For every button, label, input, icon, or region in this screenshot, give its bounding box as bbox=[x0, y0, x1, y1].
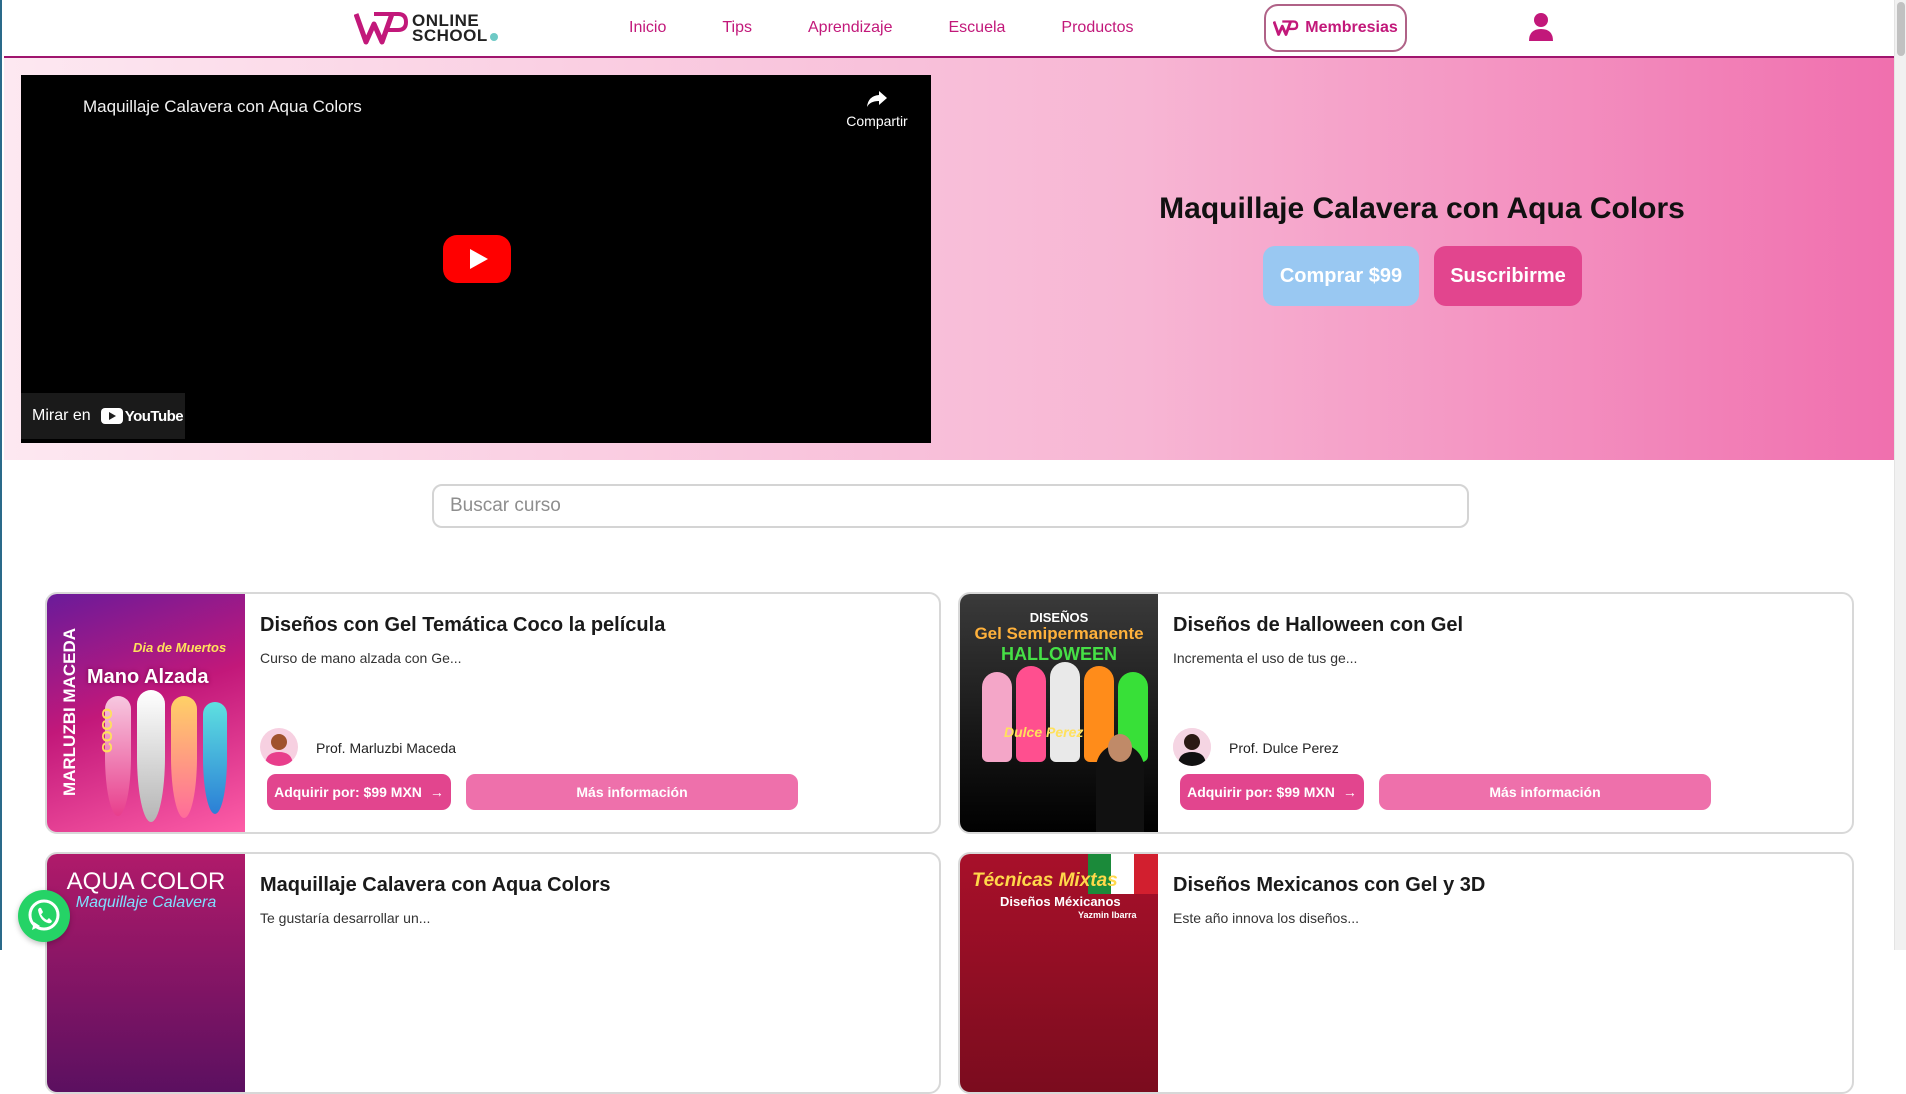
share-button[interactable]: Compartir bbox=[845, 89, 909, 129]
thumb-vertical-text: MARLUZBI MACEDA bbox=[60, 627, 79, 797]
course-description: Te gustaría desarrollar un... bbox=[260, 910, 431, 926]
course-card[interactable]: MARLUZBI MACEDA Dia de Muertos Mano Alza… bbox=[45, 592, 941, 834]
person-illustration bbox=[1108, 734, 1132, 762]
video-title[interactable]: Maquillaje Calavera con Aqua Colors bbox=[83, 97, 362, 117]
course-thumbnail[interactable]: DISEÑOS Gel Semipermanente HALLOWEEN Dul… bbox=[960, 594, 1158, 832]
nav-links: Inicio Tips Aprendizaje Escuela Producto… bbox=[629, 0, 1189, 56]
whatsapp-button[interactable] bbox=[18, 890, 70, 942]
thumb-author-text: Yazmin Ibarra bbox=[1078, 910, 1137, 920]
nav-link-inicio[interactable]: Inicio bbox=[629, 19, 666, 37]
more-info-button[interactable]: Más información bbox=[466, 774, 798, 810]
scrollbar-thumb[interactable] bbox=[1897, 2, 1905, 56]
membership-button[interactable]: Membresias bbox=[1264, 4, 1407, 52]
youtube-icon: YouTube bbox=[100, 407, 184, 425]
nav-link-aprendizaje[interactable]: Aprendizaje bbox=[808, 19, 893, 37]
course-card[interactable]: AQUA COLOR Maquillaje Calavera Maquillaj… bbox=[45, 852, 941, 1094]
thumb-coco-text: COCO bbox=[99, 708, 116, 753]
nail-illustration bbox=[137, 690, 165, 822]
hero-title: Maquillaje Calavera con Aqua Colors bbox=[1159, 192, 1685, 225]
watch-on-youtube-button[interactable]: Mirar en YouTube bbox=[21, 393, 185, 439]
thumb-signature-text: Dulce Perez bbox=[1004, 724, 1084, 740]
nav-link-tips[interactable]: Tips bbox=[722, 19, 752, 37]
nav-link-productos[interactable]: Productos bbox=[1061, 19, 1133, 37]
thumb-designs-text: Diseños Méxicanos bbox=[1000, 894, 1121, 909]
course-thumbnail[interactable]: Técnicas Mixtas Diseños Méxicanos Yazmin… bbox=[960, 854, 1158, 1092]
user-icon[interactable] bbox=[1528, 12, 1554, 42]
thumb-gel-text: Gel Semipermanente bbox=[974, 624, 1144, 643]
acquire-button[interactable]: Adquirir por: $99 MXN → bbox=[1180, 774, 1364, 810]
hero-section: Maquillaje Calavera con Aqua Colors Comp… bbox=[4, 58, 1896, 460]
course-card[interactable]: Técnicas Mixtas Diseños Méxicanos Yazmin… bbox=[958, 852, 1854, 1094]
share-label: Compartir bbox=[846, 113, 908, 129]
watch-on-label: Mirar en bbox=[32, 407, 91, 424]
arrow-right-icon: → bbox=[429, 784, 444, 800]
nail-illustration bbox=[982, 672, 1012, 762]
thumb-mixed-text: Técnicas Mixtas bbox=[972, 870, 1118, 891]
video-player[interactable]: Maquillaje Calavera con Aqua Colors Comp… bbox=[21, 75, 931, 443]
arrow-right-icon: → bbox=[1342, 784, 1357, 800]
nail-illustration bbox=[1050, 662, 1080, 762]
logo-icon bbox=[354, 12, 409, 45]
acquire-label: Adquirir por: $99 MXN bbox=[274, 784, 422, 800]
play-icon[interactable] bbox=[443, 235, 511, 283]
thumb-headline: Mano Alzada bbox=[87, 666, 209, 688]
membership-label: Membresias bbox=[1305, 19, 1398, 36]
buy-button[interactable]: Comprar $99 bbox=[1263, 246, 1419, 306]
logo[interactable]: ONLINE SCHOOL bbox=[354, 8, 498, 48]
navbar: ONLINE SCHOOL Inicio Tips Aprendizaje Es… bbox=[4, 0, 1896, 58]
thumb-halloween-text: HALLOWEEN bbox=[1001, 644, 1117, 664]
youtube-label: YouTube bbox=[124, 407, 184, 425]
course-title[interactable]: Diseños con Gel Temática Coco la películ… bbox=[260, 614, 665, 637]
teacher-avatar bbox=[1173, 728, 1211, 766]
logo-dot bbox=[489, 32, 498, 41]
page-scrollbar[interactable] bbox=[1894, 0, 1906, 950]
course-thumbnail[interactable]: AQUA COLOR Maquillaje Calavera bbox=[47, 854, 245, 1092]
nav-link-escuela[interactable]: Escuela bbox=[949, 19, 1006, 37]
course-title[interactable]: Diseños de Halloween con Gel bbox=[1173, 614, 1463, 637]
thumb-aqua-text: AQUA COLOR bbox=[66, 868, 226, 895]
thumb-top-text: DISEÑOS bbox=[1029, 610, 1089, 625]
subscribe-button[interactable]: Suscribirme bbox=[1434, 246, 1582, 306]
teacher-name: Prof. Dulce Perez bbox=[1229, 740, 1339, 756]
course-title[interactable]: Diseños Mexicanos con Gel y 3D bbox=[1173, 874, 1485, 897]
browser-viewport: ONLINE SCHOOL Inicio Tips Aprendizaje Es… bbox=[0, 0, 1906, 1094]
course-card[interactable]: DISEÑOS Gel Semipermanente HALLOWEEN Dul… bbox=[958, 592, 1854, 834]
share-icon bbox=[867, 91, 887, 107]
thumb-script-text: Dia de Muertos bbox=[133, 640, 227, 655]
nail-illustration bbox=[1016, 666, 1046, 762]
acquire-button[interactable]: Adquirir por: $99 MXN → bbox=[267, 774, 451, 810]
more-info-button[interactable]: Más información bbox=[1379, 774, 1711, 810]
logo-line-2: SCHOOL bbox=[412, 26, 488, 45]
thumb-subtitle-text: Maquillaje Calavera bbox=[75, 894, 217, 911]
course-description: Curso de mano alzada con Ge... bbox=[260, 650, 462, 666]
nail-illustration bbox=[203, 702, 227, 814]
whatsapp-icon bbox=[28, 899, 60, 931]
teacher-name: Prof. Marluzbi Maceda bbox=[316, 740, 457, 756]
course-title[interactable]: Maquillaje Calavera con Aqua Colors bbox=[260, 874, 610, 897]
teacher-avatar bbox=[260, 728, 298, 766]
membership-logo-icon bbox=[1273, 20, 1299, 36]
logo-wordmark: ONLINE SCHOOL bbox=[412, 12, 498, 45]
search-input[interactable] bbox=[432, 484, 1469, 528]
course-description: Este año innova los diseños... bbox=[1173, 910, 1360, 926]
nail-illustration bbox=[171, 696, 197, 818]
acquire-label: Adquirir por: $99 MXN bbox=[1187, 784, 1335, 800]
course-description: Incrementa el uso de tus ge... bbox=[1173, 650, 1358, 666]
course-thumbnail[interactable]: MARLUZBI MACEDA Dia de Muertos Mano Alza… bbox=[47, 594, 245, 832]
